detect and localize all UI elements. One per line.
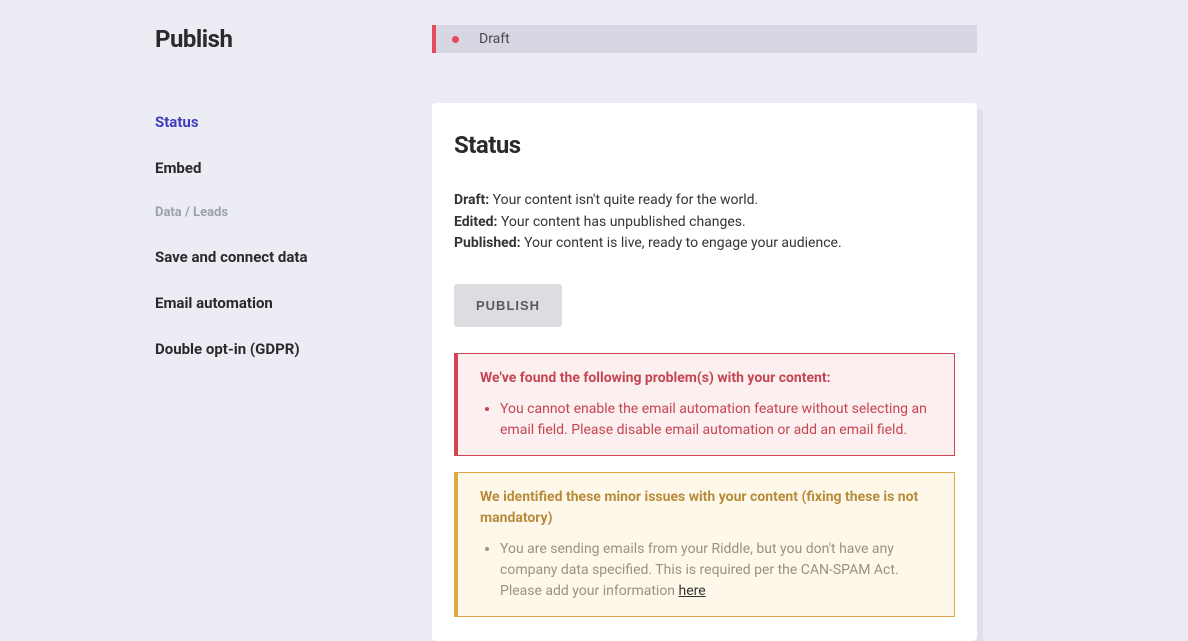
sidebar-item-double-optin[interactable]: Double opt-in (GDPR) [155,340,420,358]
status-line-published: Published: Your content is live, ready t… [454,234,955,254]
status-card: Status Draft: Your content isn't quite r… [432,103,977,641]
status-text-published: Your content is live, ready to engage yo… [524,235,842,251]
alert-error-list: You cannot enable the email automation f… [480,399,936,441]
status-line-edited: Edited: Your content has unpublished cha… [454,213,955,233]
alert-warning-item: You are sending emails from your Riddle,… [500,539,936,602]
status-line-draft: Draft: Your content isn't quite ready fo… [454,191,955,211]
alert-error-title: We've found the following problem(s) wit… [480,368,936,389]
sidebar-group-label: Data / Leads [155,205,420,220]
alert-error: We've found the following problem(s) wit… [454,353,955,456]
main-content: Draft Status Draft: Your content isn't q… [432,25,977,641]
sidebar-item-email-automation[interactable]: Email automation [155,294,420,312]
status-banner-label: Draft [479,31,510,47]
alert-warning-title: We identified these minor issues with yo… [480,487,936,529]
alert-warning-link[interactable]: here [679,583,706,599]
status-label-edited: Edited: [454,214,497,230]
card-heading: Status [454,131,955,159]
sidebar-item-status[interactable]: Status [155,113,420,131]
publish-button[interactable]: PUBLISH [454,284,562,327]
status-label-published: Published: [454,235,521,251]
sidebar-item-embed[interactable]: Embed [155,159,420,177]
page-title: Publish [155,25,420,53]
status-text-edited: Your content has unpublished changes. [501,214,746,230]
sidebar-item-save-data[interactable]: Save and connect data [155,248,420,266]
status-label-draft: Draft: [454,192,489,208]
status-text-draft: Your content isn't quite ready for the w… [493,192,759,208]
alert-warning: We identified these minor issues with yo… [454,472,955,617]
status-banner: Draft [432,25,977,53]
alert-error-item: You cannot enable the email automation f… [500,399,936,441]
status-dot-icon [452,36,459,43]
sidebar: Publish Status Embed Data / Leads Save a… [155,25,420,641]
alert-warning-list: You are sending emails from your Riddle,… [480,539,936,602]
